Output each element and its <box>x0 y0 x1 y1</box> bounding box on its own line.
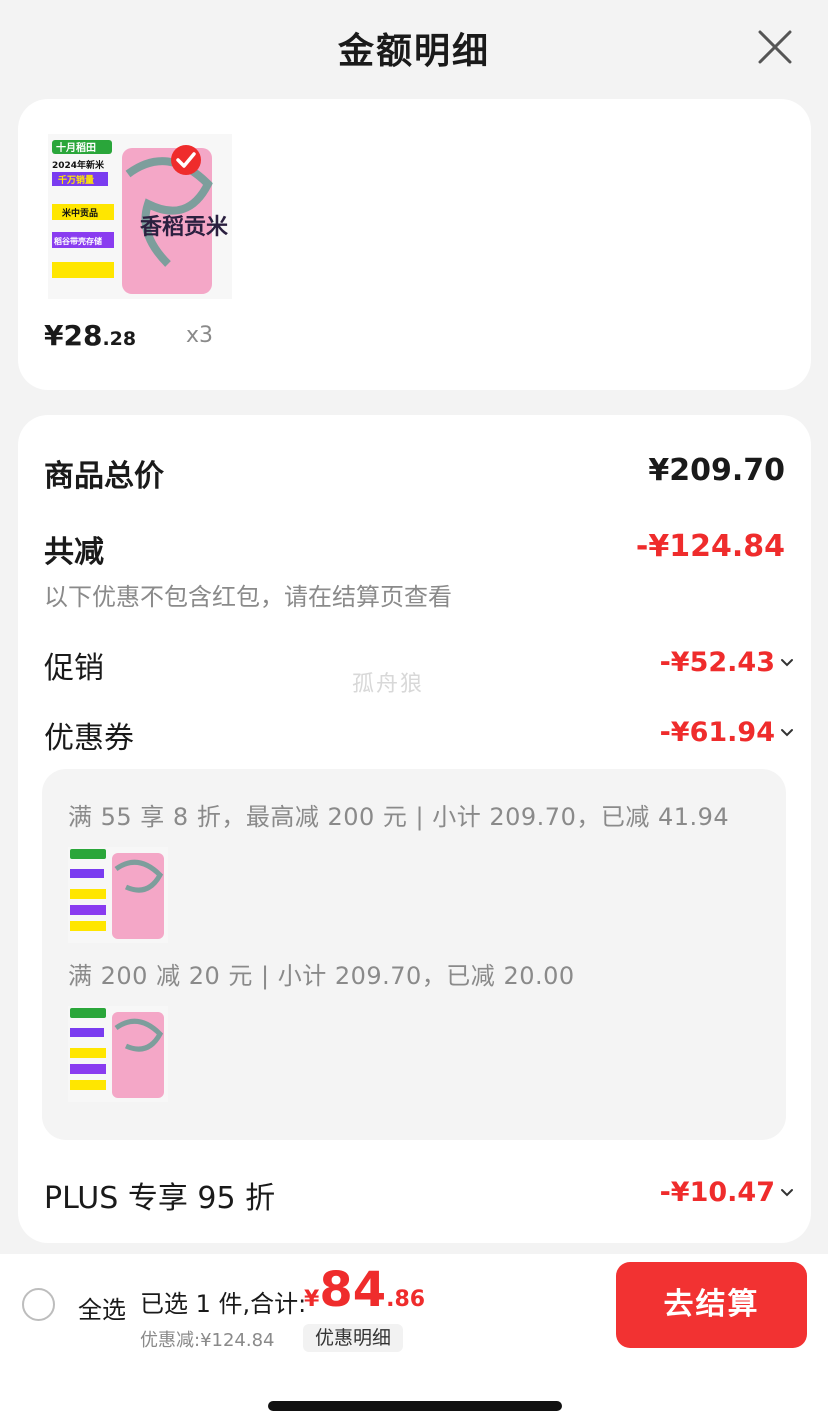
coupon-rule-line: 满 55 享 8 折，最高减 200 元 | 小计 209.70，已减 41.9… <box>68 803 730 831</box>
checkout-bar: 全选 已选 1 件,合计: ¥84.86 优惠减:¥124.84 优惠明细 去结… <box>0 1254 828 1354</box>
page-title: 金额明细 <box>337 31 490 72</box>
product-price: ¥28.28 <box>44 319 136 352</box>
total-dec: .86 <box>386 1287 426 1312</box>
coupon-label[interactable]: 优惠券 <box>44 713 134 757</box>
thumb-brand-text: 十月稻田 <box>56 141 96 154</box>
checkout-button[interactable]: 去结算 <box>616 1262 807 1348</box>
coupon-product-image <box>68 847 168 943</box>
home-indicator-area <box>0 1354 828 1428</box>
watermark: 孤舟狼 <box>352 672 425 697</box>
select-all-label[interactable]: 全选 <box>78 1290 126 1325</box>
coupon-detail-box: 满 55 享 8 折，最高减 200 元 | 小计 209.70，已减 41.9… <box>42 769 786 1140</box>
chevron-down-icon[interactable] <box>779 657 795 669</box>
chevron-down-icon[interactable] <box>779 1187 795 1199</box>
thumb-sales-text: 千万销量 <box>58 174 94 186</box>
close-icon[interactable] <box>755 27 795 67</box>
plus-discount-value[interactable]: -¥10.47 <box>660 1177 775 1208</box>
product-quantity: x3 <box>186 323 214 348</box>
select-all-radio[interactable] <box>22 1288 55 1321</box>
product-card: 十月稻田 2024年新米 千万销量 米中贡品 稻谷带壳存储 香稻贡米 ¥28.2… <box>18 99 811 390</box>
discount-amount: 优惠减:¥124.84 <box>140 1330 275 1351</box>
price-detail-card: 商品总价 ¥209.70 共减 -¥124.84 以下优惠不包含红包，请在结算页… <box>18 415 811 1243</box>
coupon-rule-line: 满 200 减 20 元 | 小计 209.70，已减 20.00 <box>68 962 575 990</box>
plus-discount-label[interactable]: PLUS 专享 95 折 <box>44 1173 275 1217</box>
product-image[interactable]: 十月稻田 2024年新米 千万销量 米中贡品 稻谷带壳存储 香稻贡米 <box>48 134 232 299</box>
header: 金额明细 <box>0 0 828 96</box>
total-amount: ¥84.86 <box>304 1262 425 1318</box>
product-price-int: ¥28 <box>44 319 103 352</box>
discount-note: 以下优惠不包含红包，请在结算页查看 <box>44 583 452 611</box>
chevron-down-icon[interactable] <box>779 727 795 739</box>
reduce-label: 共减 <box>44 535 104 570</box>
discount-detail-button[interactable]: 优惠明细 <box>303 1324 404 1352</box>
coupon-product-image <box>68 1006 168 1102</box>
coupon-value[interactable]: -¥61.94 <box>660 717 775 748</box>
selected-count: 已选 1 件,合计: <box>140 1290 307 1318</box>
promo-label[interactable]: 促销 <box>44 643 104 687</box>
total-int: 84 <box>319 1262 387 1318</box>
product-price-dec: .28 <box>102 328 137 350</box>
thumb-storage-text: 稻谷带壳存储 <box>54 236 102 246</box>
thumb-product-name: 香稻贡米 <box>140 215 229 240</box>
total-price-value: ¥209.70 <box>648 453 785 488</box>
home-indicator[interactable] <box>268 1401 562 1411</box>
thumb-year-text: 2024年新米 <box>52 159 105 171</box>
thumb-tribute-text: 米中贡品 <box>61 207 98 219</box>
total-currency: ¥ <box>304 1287 320 1312</box>
reduce-value: -¥124.84 <box>635 529 785 564</box>
promo-value[interactable]: -¥52.43 <box>660 647 775 678</box>
total-price-label: 商品总价 <box>44 459 164 494</box>
